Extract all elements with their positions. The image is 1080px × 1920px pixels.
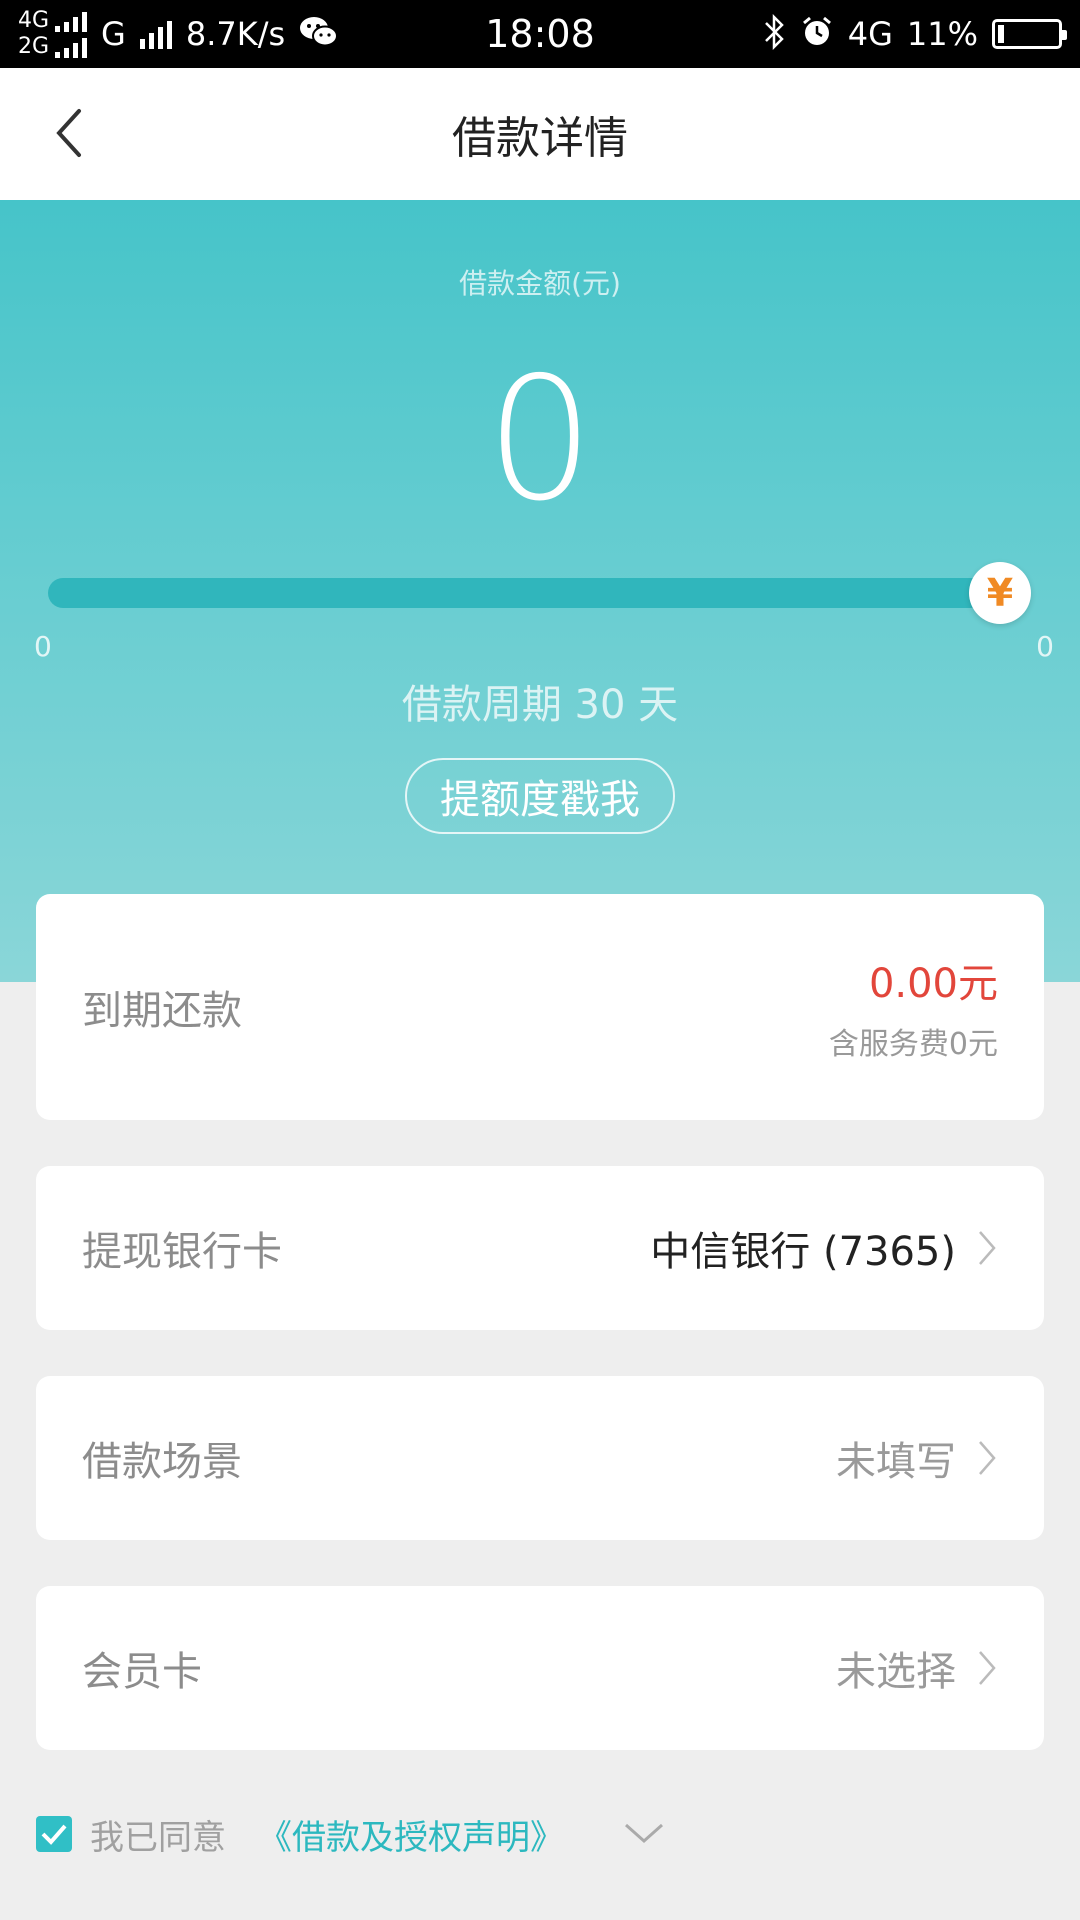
bank-value: 中信银行 (7365) (650, 1229, 956, 1275)
chevron-left-icon (56, 109, 81, 157)
slider-min-label: 0 (34, 630, 52, 663)
network-label-4g-right: 4G (847, 15, 893, 53)
loan-hero: 借款金额(元) 0 ¥ 0 0 借款周期 30 天 提额度戳我 (0, 200, 1080, 982)
loan-scene-row[interactable]: 借款场景 未填写 (36, 1376, 1044, 1540)
yuan-icon: ¥ (986, 571, 1014, 615)
raise-limit-button[interactable]: 提额度戳我 (405, 758, 675, 834)
slider-max-label: 0 (1036, 630, 1054, 663)
network-label-4g: 4G (18, 8, 50, 33)
amount-slider-handle[interactable]: ¥ (969, 562, 1031, 624)
signal-icon (55, 36, 88, 58)
status-right: 4G 11% (762, 13, 1067, 54)
battery-percent: 11% (906, 15, 978, 53)
scene-value: 未填写 (836, 1439, 956, 1485)
member-value: 未选择 (836, 1649, 956, 1695)
chevron-down-icon (625, 1823, 663, 1844)
scene-right: 未填写 (836, 1429, 998, 1487)
back-button[interactable] (34, 98, 104, 168)
amount-slider-track[interactable] (48, 578, 1000, 608)
agree-text: 我已同意 (90, 1817, 226, 1858)
status-left: 4G 2G G 8.7K/s (18, 8, 339, 60)
bank-label: 提现银行卡 (82, 1229, 282, 1275)
due-repayment-card: 到期还款 0.00元 含服务费0元 (36, 894, 1044, 1120)
signal-icon (139, 19, 172, 49)
member-right: 未选择 (836, 1639, 998, 1697)
service-fee: 含服务费0元 (828, 1027, 998, 1062)
chevron-right-icon (979, 1651, 996, 1685)
amount-value: 0 (485, 341, 595, 539)
scene-label: 借款场景 (82, 1439, 242, 1485)
network-label-g: G (101, 15, 126, 53)
wechat-icon (299, 15, 339, 53)
alarm-icon (800, 15, 834, 53)
battery-icon (992, 19, 1067, 49)
nav-bar: 借款详情 (0, 68, 1080, 200)
network-stack: 4G 2G (18, 8, 88, 60)
agreement-link[interactable]: 《借款及授权声明》 (258, 1810, 564, 1859)
loan-period: 借款周期 30 天 (401, 682, 679, 728)
amount-label: 借款金额(元) (459, 267, 621, 300)
expand-button[interactable] (622, 1821, 666, 1847)
network-label-2g: 2G (18, 34, 50, 59)
bluetooth-icon (762, 13, 786, 54)
due-amount: 0.00元 (868, 961, 998, 1007)
page-title: 借款详情 (452, 113, 628, 164)
member-label: 会员卡 (82, 1649, 202, 1695)
check-icon (41, 1824, 67, 1845)
agree-checkbox[interactable] (36, 1816, 72, 1852)
bank-card-row[interactable]: 提现银行卡 中信银行 (7365) (36, 1166, 1044, 1330)
due-label: 到期还款 (82, 988, 242, 1034)
status-bar: 4G 2G G 8.7K/s 4G 11% 18:08 (0, 0, 1080, 68)
due-values: 0.00元 含服务费0元 (829, 951, 998, 1063)
agreement-row: 我已同意 《借款及授权声明》 (36, 1810, 666, 1859)
chevron-right-icon (979, 1231, 996, 1265)
network-speed: 8.7K/s (185, 15, 286, 53)
bank-right: 中信银行 (7365) (650, 1219, 998, 1277)
member-card-row[interactable]: 会员卡 未选择 (36, 1586, 1044, 1750)
chevron-right-icon (979, 1441, 996, 1475)
signal-icon (55, 10, 88, 32)
